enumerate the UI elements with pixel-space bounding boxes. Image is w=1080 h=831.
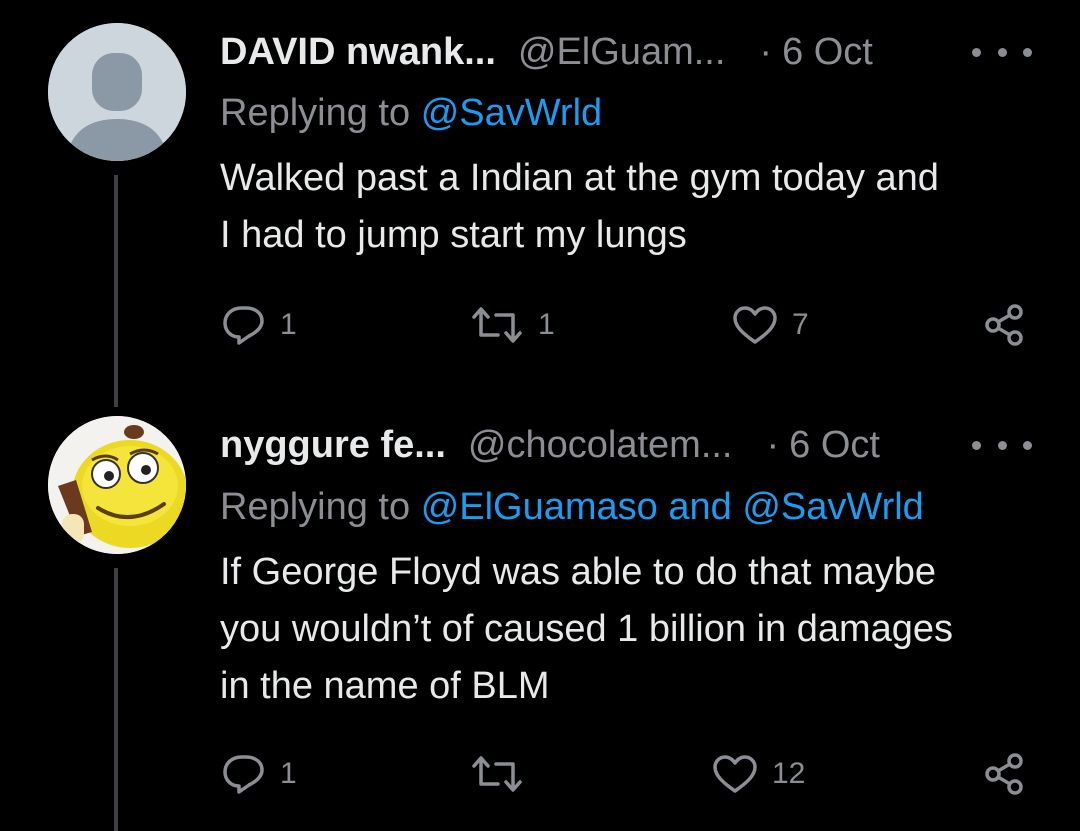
more-options-icon[interactable]	[972, 435, 1032, 455]
avatar[interactable]	[48, 416, 186, 554]
like-count: 7	[792, 308, 809, 341]
tweet-header: DAVID nwank... @ElGuam... · 6 Oct	[220, 27, 1080, 77]
avatar[interactable]	[48, 23, 186, 161]
share-button[interactable]	[984, 303, 1028, 347]
tweet-text-line: I had to jump start my lungs	[220, 214, 687, 256]
tweet-text-line: in the name of BLM	[220, 665, 550, 707]
thread-line	[114, 175, 118, 407]
share-icon	[985, 753, 1023, 795]
tweet-1[interactable]: DAVID nwank... @ElGuam... · 6 Oct Replyi…	[0, 0, 1080, 407]
share-icon	[985, 304, 1023, 346]
retweet-icon	[472, 307, 522, 343]
tweet-text-line: you wouldn’t of caused 1 billion in dama…	[220, 608, 954, 650]
mention-joiner: and	[668, 486, 732, 528]
retweet-count: 1	[538, 308, 555, 341]
user-handle[interactable]: @ElGuam...	[518, 31, 726, 74]
replying-prefix: Replying to	[220, 92, 411, 134]
retweet-icon	[472, 756, 522, 792]
heart-icon	[713, 755, 757, 793]
like-count: 12	[772, 757, 806, 790]
share-button[interactable]	[984, 752, 1028, 796]
display-name[interactable]: DAVID nwank...	[220, 31, 496, 74]
retweet-button[interactable]: 1	[470, 305, 555, 345]
tweet-date[interactable]: 6 Oct	[789, 424, 880, 467]
tweet-text: Walked past a Indian at the gym today an…	[220, 150, 1050, 264]
mention-link[interactable]: @SavWrld	[421, 92, 602, 134]
tweet-text-line: If George Floyd was able to do that mayb…	[220, 551, 937, 593]
reply-button[interactable]: 1	[222, 754, 297, 794]
mention-link[interactable]: @ElGuamaso	[421, 486, 658, 528]
reply-count: 1	[280, 308, 297, 341]
separator-dot: ·	[759, 30, 773, 73]
reply-count: 1	[280, 757, 297, 790]
like-button[interactable]: 7	[732, 305, 809, 345]
reply-icon	[223, 306, 264, 345]
user-handle[interactable]: @chocolatem...	[468, 424, 733, 467]
heart-icon	[733, 306, 777, 344]
more-options-icon[interactable]	[972, 42, 1032, 62]
replying-to: Replying to @SavWrld	[220, 92, 602, 135]
display-name[interactable]: nyggure fe...	[220, 424, 446, 467]
replying-to: Replying to @ElGuamaso and @SavWrld	[220, 486, 924, 529]
default-avatar-icon	[48, 23, 186, 161]
tweet-text: If George Floyd was able to do that mayb…	[220, 544, 1050, 715]
reply-icon	[223, 755, 264, 794]
tweet-actions: 1 12	[0, 752, 1080, 796]
reply-button[interactable]: 1	[222, 305, 297, 345]
tweet-2[interactable]: nyggure fe... @chocolatem... · 6 Oct Rep…	[0, 400, 1080, 831]
tweet-header: nyggure fe... @chocolatem... · 6 Oct	[220, 420, 1080, 470]
mention-link[interactable]: @SavWrld	[742, 486, 923, 528]
separator-dot: ·	[766, 423, 780, 466]
like-button[interactable]: 12	[712, 754, 805, 794]
tweet-actions: 1 1 7	[0, 303, 1080, 347]
replying-prefix: Replying to	[220, 486, 411, 528]
tweet-text-line: Walked past a Indian at the gym today an…	[220, 157, 939, 199]
yellow-emoji-avatar	[48, 416, 186, 554]
retweet-button[interactable]	[470, 754, 538, 794]
tweet-date[interactable]: 6 Oct	[782, 31, 873, 74]
